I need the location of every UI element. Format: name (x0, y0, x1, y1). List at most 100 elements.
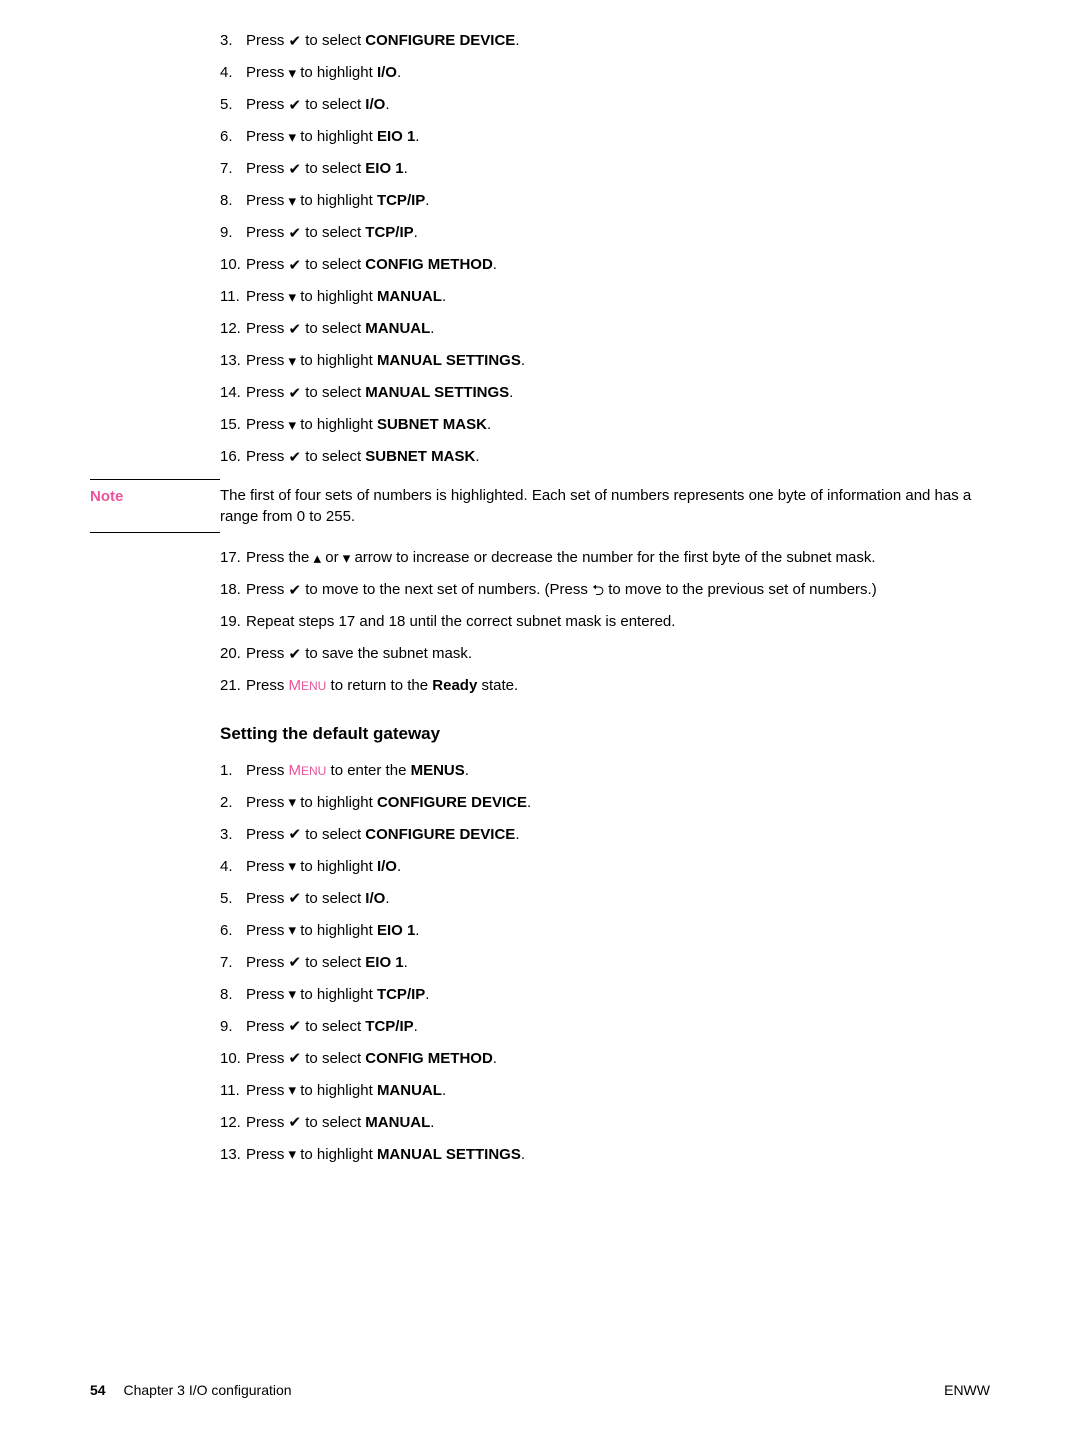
page-number: 54 (90, 1382, 106, 1398)
step-text: Press MENU to return to the Ready state. (246, 675, 990, 696)
step-number: 7. (220, 158, 246, 179)
list-item: 13.Press ▾ to highlight MANUAL SETTINGS. (220, 350, 990, 371)
step-text: Press ✔ to select SUBNET MASK. (246, 446, 990, 467)
note-body: The first of four sets of numbers is hig… (220, 479, 990, 533)
step-number: 16. (220, 446, 246, 467)
step-number: 9. (220, 222, 246, 243)
step-text: Press ▾ to highlight EIO 1. (246, 126, 990, 147)
down-icon: ▾ (289, 66, 297, 81)
step-number: 4. (220, 62, 246, 83)
check-icon: ✔ (289, 583, 302, 598)
check-icon: ✔ (289, 162, 302, 177)
step-number: 12. (220, 318, 246, 339)
list-item: 7.Press ✔ to select EIO 1. (220, 158, 990, 179)
list-item: 6.Press ▾ to highlight EIO 1. (220, 126, 990, 147)
step-text: Press the ▴ or ▾ arrow to increase or de… (246, 547, 990, 568)
section-heading-default-gateway: Setting the default gateway (220, 722, 990, 746)
check-icon: ✔ (289, 1051, 302, 1066)
step-21: 21. Press MENU to return to the Ready st… (220, 675, 990, 696)
step-text: Press ✔ to select MANUAL SETTINGS. (246, 382, 990, 403)
step-number: 8. (220, 190, 246, 211)
footer-left: 54 Chapter 3 I/O configuration (90, 1381, 292, 1401)
list-item: 4.Press ▾ to highlight I/O. (220, 62, 990, 83)
down-icon: ▾ (289, 354, 297, 369)
check-icon: ✔ (289, 1019, 302, 1034)
list-item: 6.Press ▾ to highlight EIO 1. (220, 920, 990, 941)
down-icon: ▾ (289, 923, 297, 938)
list-item: 2.Press ▾ to highlight CONFIGURE DEVICE. (220, 792, 990, 813)
step-19: 19. Repeat steps 17 and 18 until the cor… (220, 611, 990, 632)
instruction-list-1: 3.Press ✔ to select CONFIGURE DEVICE.4.P… (220, 30, 990, 467)
check-icon: ✔ (289, 450, 302, 465)
down-icon: ▾ (289, 130, 297, 145)
step-number: 4. (220, 856, 246, 877)
list-item: 5.Press ✔ to select I/O. (220, 888, 990, 909)
check-icon: ✔ (289, 258, 302, 273)
list-item: 7.Press ✔ to select EIO 1. (220, 952, 990, 973)
step-text: Press ✔ to select EIO 1. (246, 952, 990, 973)
note-label: Note (90, 479, 220, 533)
check-icon: ✔ (289, 955, 302, 970)
list-item: 11.Press ▾ to highlight MANUAL. (220, 1080, 990, 1101)
step-17: 17. Press the ▴ or ▾ arrow to increase o… (220, 547, 990, 568)
list-item: 14.Press ✔ to select MANUAL SETTINGS. (220, 382, 990, 403)
list-item: 10.Press ✔ to select CONFIG METHOD. (220, 254, 990, 275)
down-icon: ▾ (289, 290, 297, 305)
list-item: 1.Press MENU to enter the MENUS. (220, 760, 990, 781)
step-number: 21. (220, 675, 246, 696)
step-text: Press ✔ to select EIO 1. (246, 158, 990, 179)
step-text: Press ▾ to highlight CONFIGURE DEVICE. (246, 792, 990, 813)
step-number: 5. (220, 888, 246, 909)
back-icon: ⮌ (592, 583, 604, 598)
list-item: 13.Press ▾ to highlight MANUAL SETTINGS. (220, 1144, 990, 1165)
step-text: Press ▾ to highlight MANUAL SETTINGS. (246, 1144, 990, 1165)
list-item: 15.Press ▾ to highlight SUBNET MASK. (220, 414, 990, 435)
down-icon: ▾ (289, 859, 297, 874)
step-number: 11. (220, 286, 246, 307)
step-20: 20. Press ✔ to save the subnet mask. (220, 643, 990, 664)
list-item: 4.Press ▾ to highlight I/O. (220, 856, 990, 877)
check-icon: ✔ (289, 1115, 302, 1130)
check-icon: ✔ (289, 647, 302, 662)
footer-right: ENWW (944, 1381, 990, 1401)
step-text: Press ▾ to highlight SUBNET MASK. (246, 414, 990, 435)
check-icon: ✔ (289, 98, 302, 113)
step-text: Press ▾ to highlight I/O. (246, 62, 990, 83)
list-item: 12.Press ✔ to select MANUAL. (220, 1112, 990, 1133)
down-icon: ▾ (289, 795, 297, 810)
page-footer: 54 Chapter 3 I/O configuration ENWW (90, 1381, 990, 1401)
list-item: 9.Press ✔ to select TCP/IP. (220, 1016, 990, 1037)
step-text: Press ▾ to highlight MANUAL. (246, 286, 990, 307)
step-text: Press ▾ to highlight MANUAL SETTINGS. (246, 350, 990, 371)
list-item: 16.Press ✔ to select SUBNET MASK. (220, 446, 990, 467)
check-icon: ✔ (289, 891, 302, 906)
step-text: Press ✔ to select TCP/IP. (246, 222, 990, 243)
menu-key: MENU (289, 677, 327, 694)
list-item: 11.Press ▾ to highlight MANUAL. (220, 286, 990, 307)
check-icon: ✔ (289, 386, 302, 401)
step-text: Press MENU to enter the MENUS. (246, 760, 990, 781)
step-number: 18. (220, 579, 246, 600)
step-text: Press ▾ to highlight TCP/IP. (246, 984, 990, 1005)
list-item: 3.Press ✔ to select CONFIGURE DEVICE. (220, 824, 990, 845)
step-number: 13. (220, 350, 246, 371)
step-number: 19. (220, 611, 246, 632)
step-number: 13. (220, 1144, 246, 1165)
step-text: Press ▾ to highlight EIO 1. (246, 920, 990, 941)
step-text: Press ✔ to select CONFIG METHOD. (246, 1048, 990, 1069)
down-icon: ▾ (289, 987, 297, 1002)
step-number: 20. (220, 643, 246, 664)
step-number: 2. (220, 792, 246, 813)
step-text: Press ✔ to move to the next set of numbe… (246, 579, 990, 600)
step-number: 3. (220, 30, 246, 51)
list-item: 3.Press ✔ to select CONFIGURE DEVICE. (220, 30, 990, 51)
check-icon: ✔ (289, 34, 302, 49)
step-number: 9. (220, 1016, 246, 1037)
step-text: Press ✔ to select I/O. (246, 94, 990, 115)
chapter-label: Chapter 3 I/O configuration (123, 1382, 291, 1398)
check-icon: ✔ (289, 322, 302, 337)
step-text: Press ✔ to select MANUAL. (246, 318, 990, 339)
menu-key: MENU (289, 762, 327, 779)
step-text: Press ▾ to highlight I/O. (246, 856, 990, 877)
step-number: 7. (220, 952, 246, 973)
